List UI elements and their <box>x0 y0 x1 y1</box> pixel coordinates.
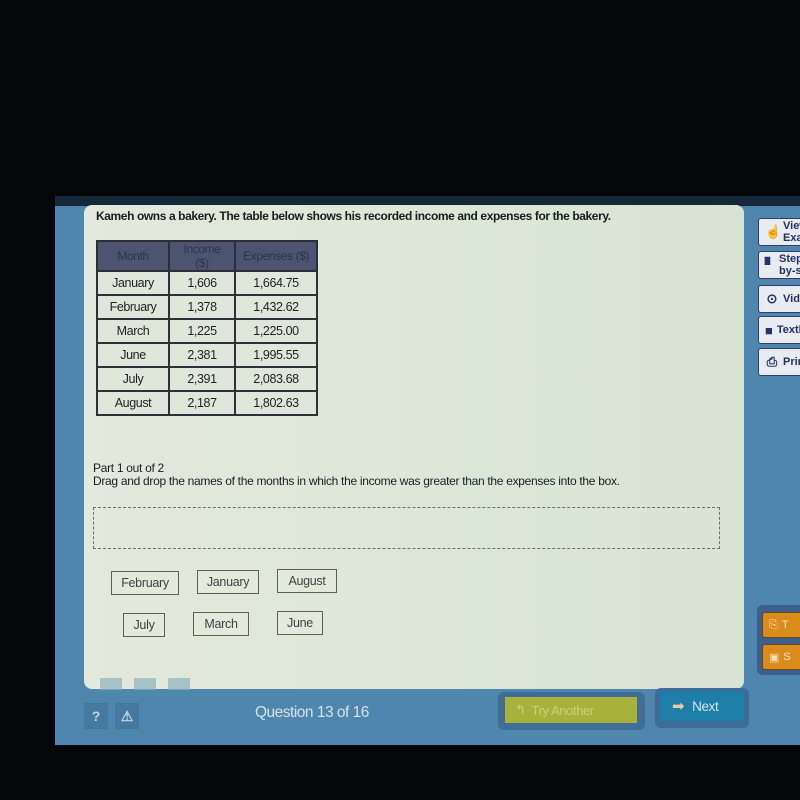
sidebar-item-video[interactable]: ⊙ Video <box>758 285 800 313</box>
save-icon: ▣ <box>769 651 780 664</box>
cell-expenses: 1,225.00 <box>234 318 318 344</box>
sidebar-item-label: Video <box>783 293 800 305</box>
cell-month: February <box>96 294 170 320</box>
cell-expenses: 1,664.75 <box>234 270 318 296</box>
tools-icon: ⎘ <box>769 618 778 631</box>
sidebar-item-label: View an Example <box>783 220 800 244</box>
cell-expenses: 1,432.62 <box>234 294 318 320</box>
choice-chip-august[interactable]: August <box>277 569 337 593</box>
keyboard-icon[interactable] <box>134 678 156 690</box>
table-row: August 2,187 1,802.63 <box>96 390 318 416</box>
table-row: July 2,391 2,083.68 <box>96 366 318 392</box>
arrow-right-icon: ➡ <box>672 698 685 715</box>
table-row: March 1,225 1,225.00 <box>96 318 318 344</box>
printer-icon: ⎙ <box>766 354 778 369</box>
card-footer-icons <box>100 678 190 690</box>
play-circle-icon: ⊙ <box>766 291 778 306</box>
sidebar-item-step-by-step[interactable]: ▘ Step-by-step <box>758 251 800 279</box>
answer-drop-zone[interactable] <box>93 507 720 549</box>
save-button[interactable]: ▣ S <box>762 644 800 670</box>
cell-income: 2,391 <box>168 366 236 392</box>
choice-chip-march[interactable]: March <box>193 612 249 636</box>
instruction-text: Drag and drop the names of the months in… <box>93 474 620 488</box>
undo-arrow-icon: ↰ <box>515 702 526 717</box>
cell-month: July <box>96 366 170 392</box>
cell-income: 1,378 <box>168 294 236 320</box>
part-instructions: Part 1 out of 2 Drag and drop the names … <box>93 462 620 488</box>
header-month: Month <box>96 240 170 272</box>
sidebar-item-label: Print <box>783 356 800 368</box>
try-another-label: Try Another <box>531 702 595 718</box>
sidebar-item-label: Textbook <box>776 324 800 336</box>
cell-expenses: 1,995.55 <box>234 342 318 368</box>
cell-income: 2,381 <box>168 342 236 368</box>
warning-icon: ⚠ <box>120 707 134 724</box>
help-button[interactable]: ? <box>84 703 108 729</box>
income-expenses-table: Month Income ($) Expenses ($) January 1,… <box>96 240 318 416</box>
sidebar-item-label: Step-by-step <box>779 253 800 277</box>
cell-expenses: 2,083.68 <box>234 366 318 392</box>
table-row: January 1,606 1,664.75 <box>96 270 318 296</box>
sidebar-item-textbook[interactable]: ■ Textbook <box>758 316 800 344</box>
tools-label: T <box>781 619 789 631</box>
choice-chip-january[interactable]: January <box>197 570 259 594</box>
tools-button[interactable]: ⎘ T <box>762 612 800 638</box>
next-button[interactable]: ➡ Next <box>660 691 744 721</box>
cell-income: 1,606 <box>168 270 236 296</box>
header-expenses: Expenses ($) <box>234 240 318 272</box>
table-row: February 1,378 1,432.62 <box>96 294 318 320</box>
save-label: S <box>783 651 791 663</box>
next-label: Next <box>692 698 719 714</box>
table-row: June 2,381 1,995.55 <box>96 342 318 368</box>
alert-button[interactable]: ⚠ <box>115 703 139 729</box>
cell-month: March <box>96 318 170 344</box>
help-icon: ? <box>91 708 101 724</box>
cell-month: August <box>96 390 170 416</box>
question-counter: Question 13 of 16 <box>255 704 369 721</box>
question-prompt: Kameh owns a bakery. The table below sho… <box>96 209 611 223</box>
header-income: Income ($) <box>168 240 236 272</box>
footprint-icon: ▘ <box>765 257 775 272</box>
choice-chip-july[interactable]: July <box>123 613 165 637</box>
sidebar-item-view-example[interactable]: ☝ View an Example <box>758 218 800 246</box>
book-icon: ■ <box>765 322 773 338</box>
cell-income: 2,187 <box>168 390 236 416</box>
try-another-button[interactable]: ↰ Try Another <box>505 697 637 723</box>
zoom-icon[interactable] <box>168 678 190 690</box>
table-header-row: Month Income ($) Expenses ($) <box>96 240 318 272</box>
hand-pointer-icon: ☝ <box>765 224 782 239</box>
calculator-icon[interactable] <box>100 678 122 690</box>
cell-income: 1,225 <box>168 318 236 344</box>
cell-month: June <box>96 342 170 368</box>
cell-expenses: 1,802.63 <box>234 390 318 416</box>
sidebar-item-print[interactable]: ⎙ Print <box>758 348 800 376</box>
choice-chip-february[interactable]: February <box>111 571 179 595</box>
choice-chip-june[interactable]: June <box>277 611 323 635</box>
cell-month: January <box>96 270 170 296</box>
